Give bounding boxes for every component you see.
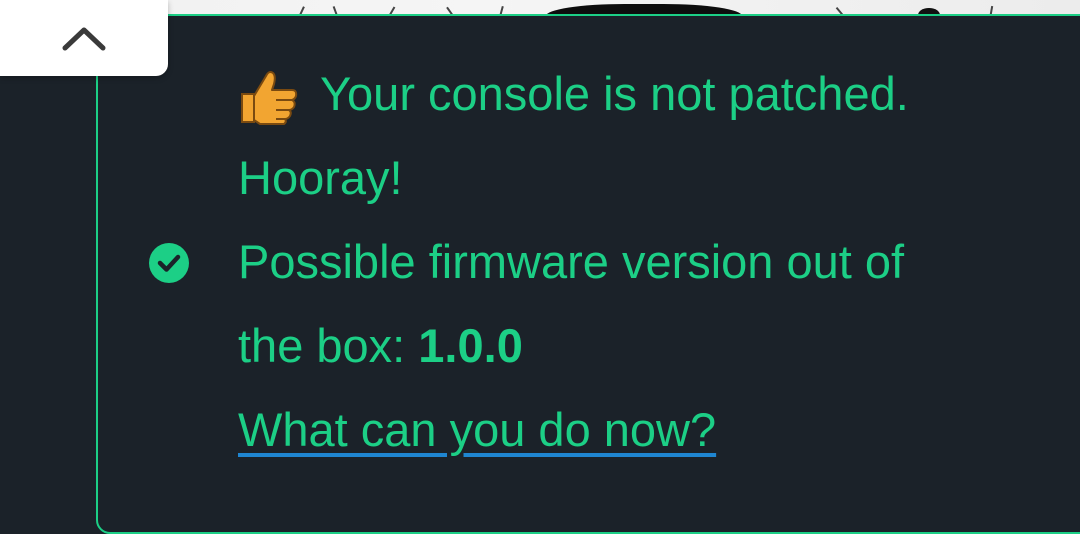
back-to-top-button[interactable]	[0, 0, 168, 76]
what-can-you-do-link[interactable]: What can you do now?	[238, 403, 716, 456]
thumbs-up-icon	[241, 71, 298, 125]
patch-status-text: Your console is not patched.	[320, 67, 909, 120]
help-link-row: What can you do now?	[238, 402, 716, 458]
firmware-label: Possible firmware version out of	[238, 235, 905, 288]
firmware-version-value: 1.0.0	[418, 319, 523, 372]
firmware-line: the box: 1.0.0	[238, 318, 523, 374]
chevron-up-icon	[62, 27, 106, 51]
firmware-label-cont: the box:	[238, 319, 419, 372]
hooray-text: Hooray!	[238, 151, 403, 204]
check-circle-icon	[149, 243, 189, 283]
